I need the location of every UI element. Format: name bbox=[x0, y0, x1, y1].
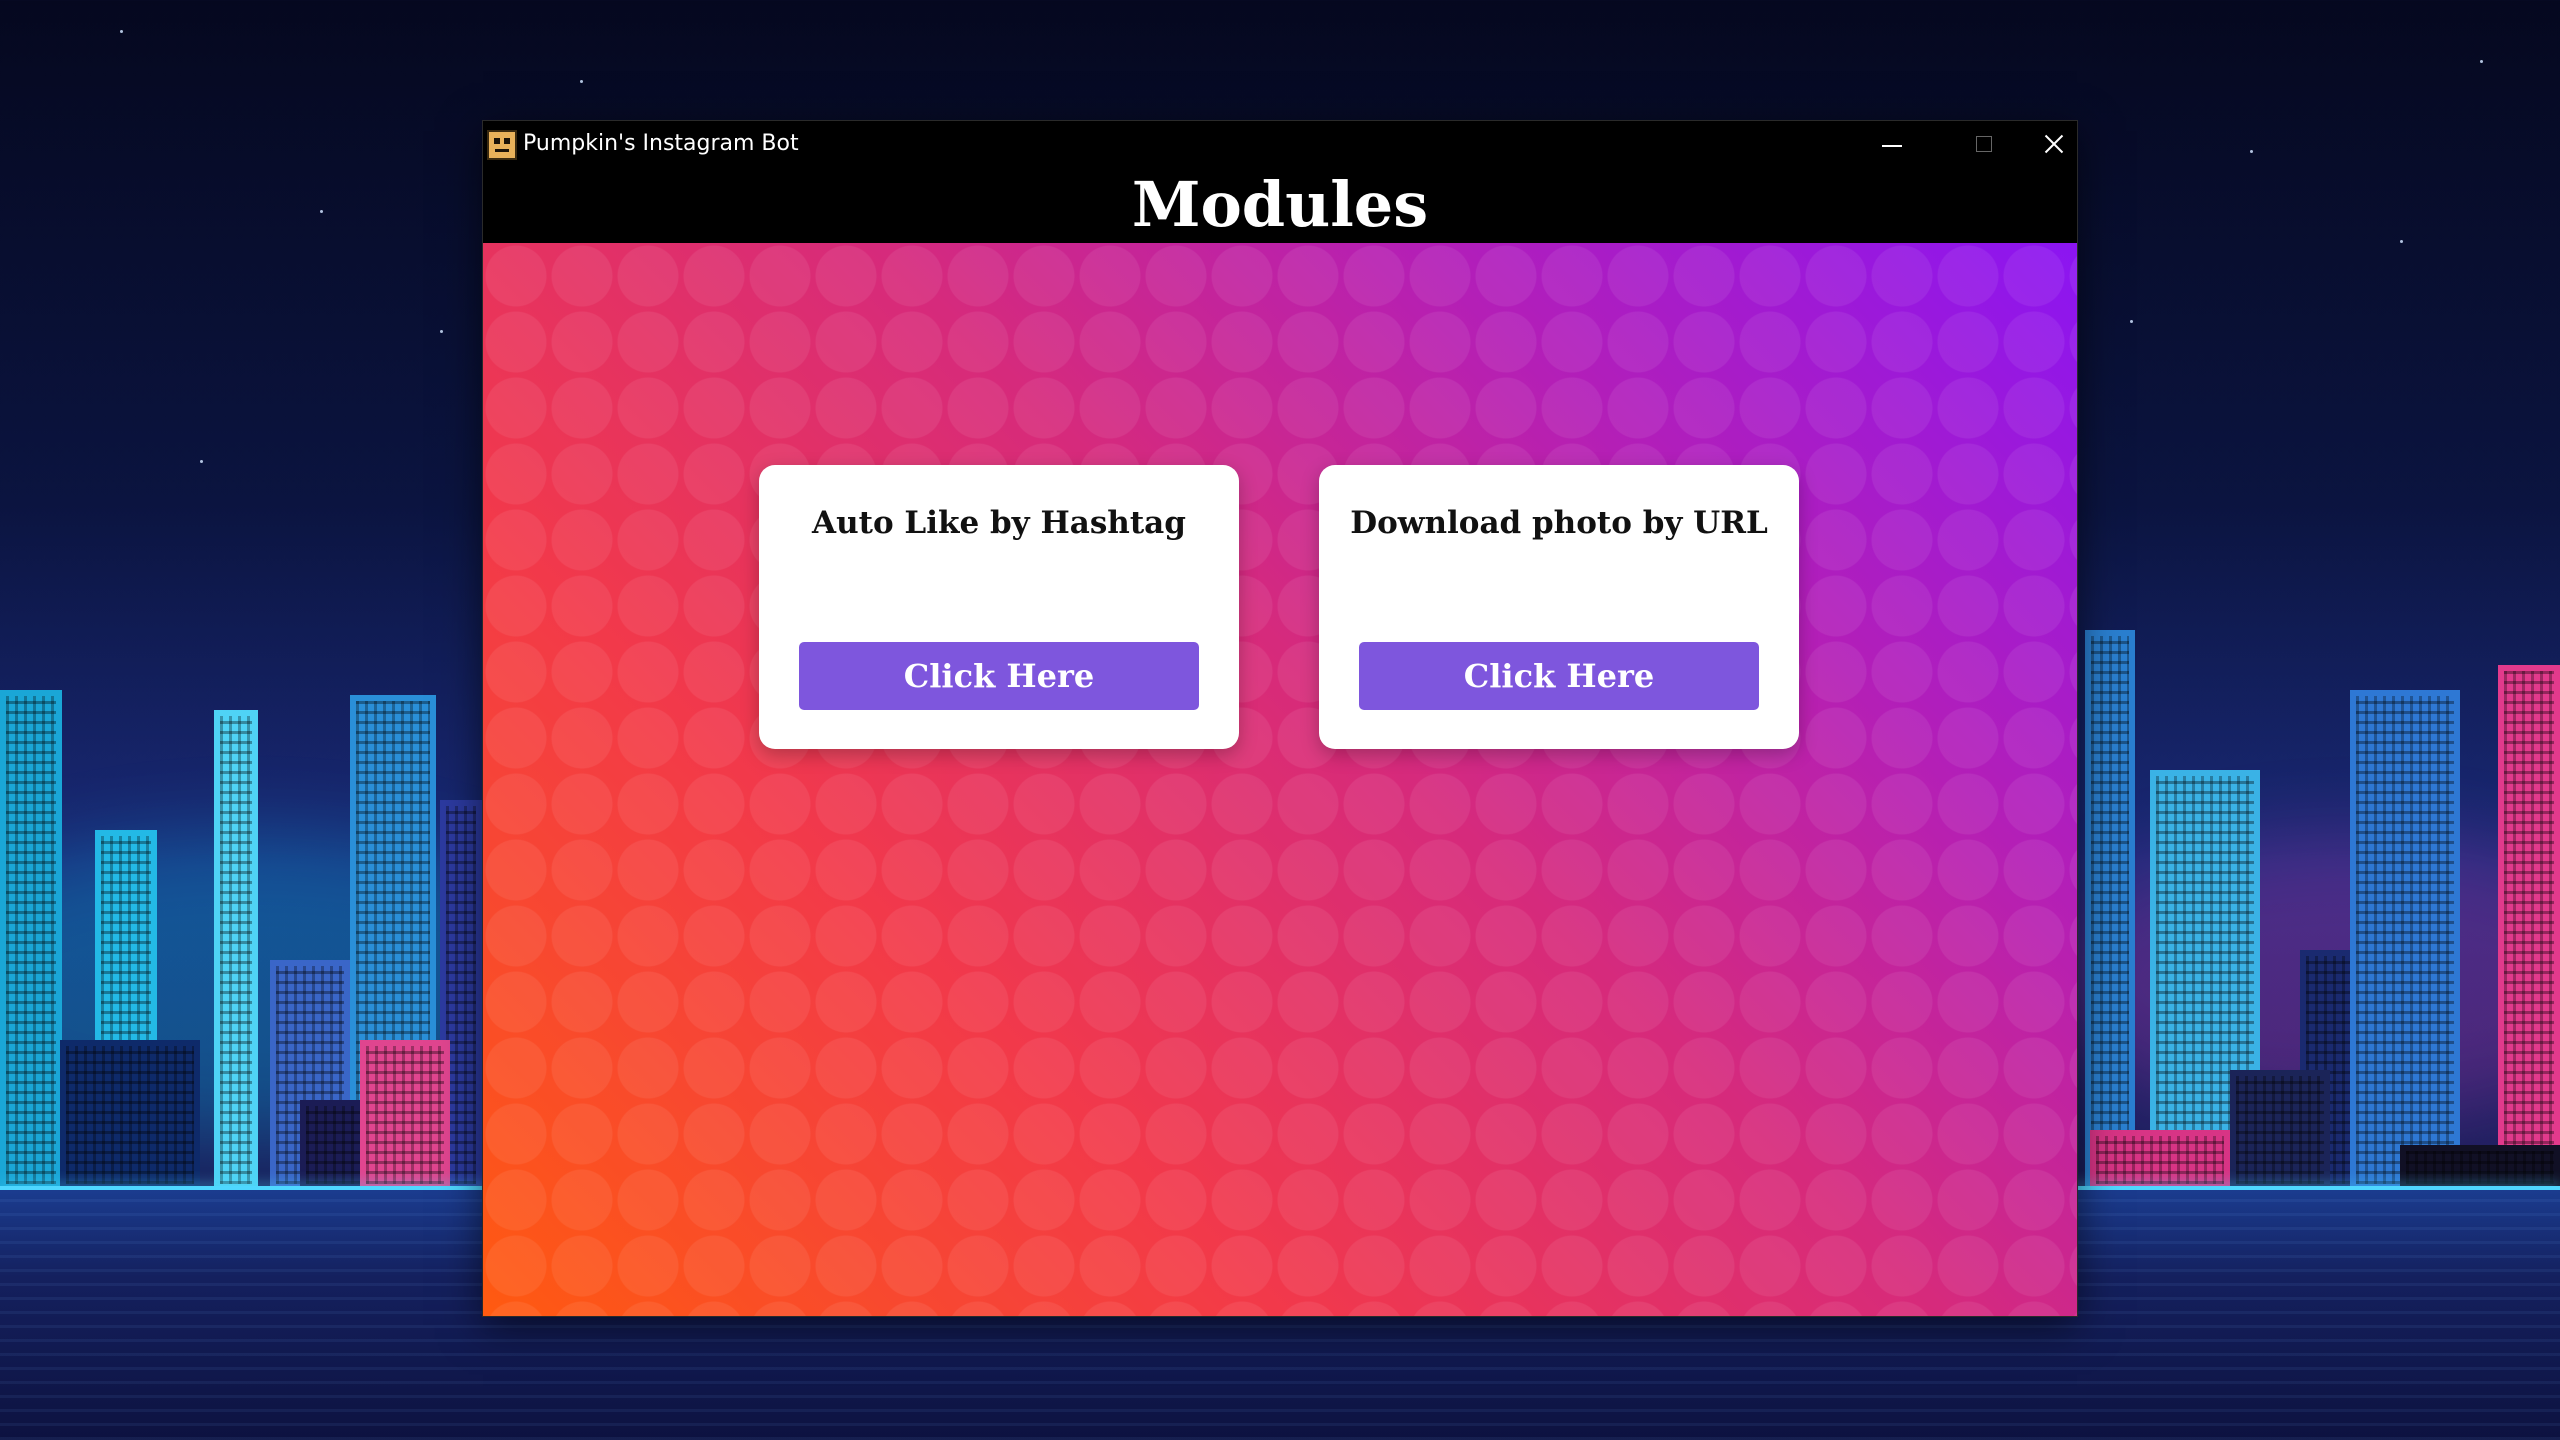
star bbox=[440, 330, 443, 333]
building bbox=[2230, 1070, 2330, 1190]
page-title: Modules bbox=[1131, 168, 1429, 241]
close-button[interactable] bbox=[2031, 121, 2077, 167]
module-title: Download photo by URL bbox=[1350, 505, 1768, 541]
modules-panel: Auto Like by Hashtag Click Here Download… bbox=[483, 243, 2077, 1316]
building bbox=[2350, 690, 2460, 1190]
heading-bar: Modules bbox=[483, 167, 2077, 243]
window-title: Pumpkin's Instagram Bot bbox=[523, 131, 799, 156]
star bbox=[2250, 150, 2253, 153]
module-title: Auto Like by Hashtag bbox=[812, 505, 1186, 541]
app-window: Pumpkin's Instagram Bot Modules Auto Lik… bbox=[483, 121, 2077, 1316]
building bbox=[214, 710, 258, 1190]
building bbox=[2085, 630, 2135, 1190]
star bbox=[2480, 60, 2483, 63]
building bbox=[2498, 665, 2560, 1190]
building bbox=[2400, 1145, 2560, 1190]
building bbox=[0, 690, 62, 1190]
minimize-icon bbox=[1882, 145, 1902, 147]
star bbox=[2400, 240, 2403, 243]
building bbox=[60, 1040, 200, 1190]
module-card-download-photo: Download photo by URL Click Here bbox=[1319, 465, 1799, 749]
star bbox=[580, 80, 583, 83]
star bbox=[320, 210, 323, 213]
title-bar[interactable]: Pumpkin's Instagram Bot bbox=[483, 121, 2077, 167]
auto-like-click-here-button[interactable]: Click Here bbox=[799, 642, 1199, 710]
download-photo-click-here-button[interactable]: Click Here bbox=[1359, 642, 1759, 710]
building bbox=[360, 1040, 450, 1190]
star bbox=[120, 30, 123, 33]
app-pumpkin-icon bbox=[487, 130, 517, 160]
minimize-button[interactable] bbox=[1846, 121, 1938, 167]
building bbox=[2090, 1130, 2230, 1190]
maximize-button[interactable] bbox=[1938, 121, 2030, 167]
maximize-icon bbox=[1976, 136, 1992, 152]
star bbox=[200, 460, 203, 463]
star bbox=[2130, 320, 2133, 323]
module-card-auto-like: Auto Like by Hashtag Click Here bbox=[759, 465, 1239, 749]
close-icon bbox=[2043, 133, 2065, 155]
app-icon-mouth bbox=[495, 149, 509, 152]
